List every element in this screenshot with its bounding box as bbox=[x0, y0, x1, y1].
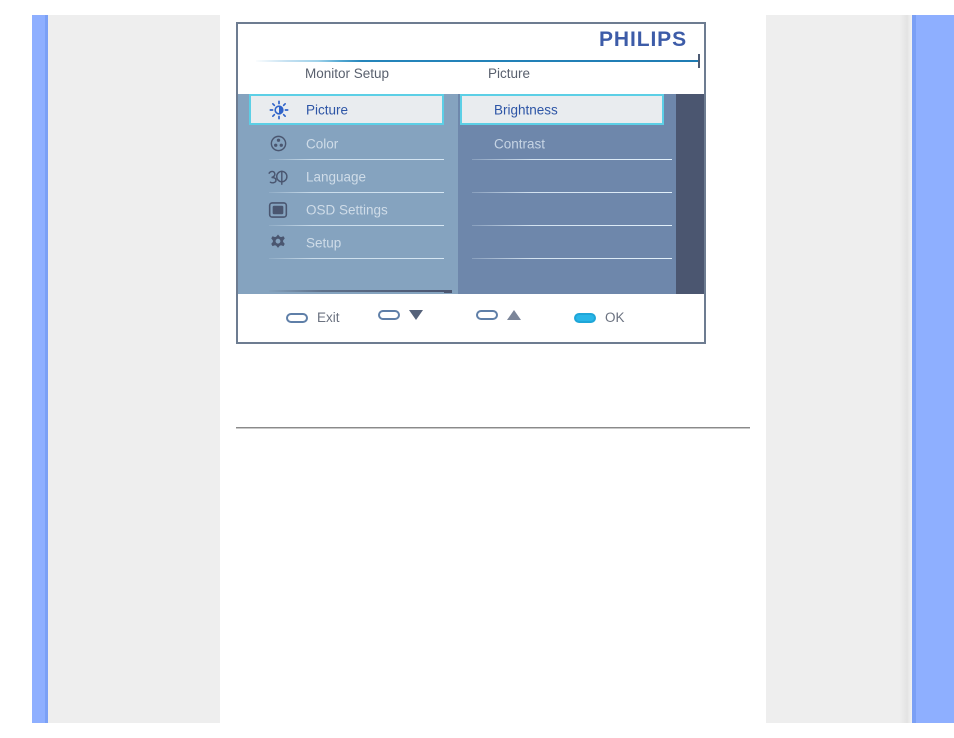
value-item-brightness[interactable]: Brightness bbox=[460, 94, 664, 125]
brightness-icon bbox=[268, 99, 290, 121]
column-caption-picture: Picture bbox=[488, 66, 531, 81]
menu-item-label: Picture bbox=[306, 102, 349, 117]
menu-item-color[interactable]: Color bbox=[259, 127, 444, 160]
value-item-empty bbox=[464, 160, 676, 193]
exit-button-label: Exit bbox=[317, 310, 340, 325]
value-item-empty bbox=[464, 226, 676, 259]
pill-button-active-icon bbox=[574, 312, 596, 323]
menu-separator-shadow bbox=[444, 290, 452, 293]
osd-header: PHILIPS bbox=[238, 24, 704, 58]
value-item-label: Contrast bbox=[494, 136, 546, 151]
osd-screen-icon bbox=[267, 199, 289, 221]
menu-item-empty bbox=[259, 259, 452, 293]
ok-button[interactable]: OK bbox=[574, 310, 625, 325]
menu-item-label: OSD Settings bbox=[306, 202, 388, 217]
scroll-down-button[interactable] bbox=[378, 310, 432, 320]
column-caption-monitor-setup: Monitor Setup bbox=[305, 66, 390, 81]
osd-value-list: Brightness Contrast bbox=[460, 94, 676, 292]
pill-button-icon bbox=[378, 310, 400, 320]
ok-button-label: OK bbox=[605, 310, 625, 325]
menu-separator-bottom bbox=[269, 290, 444, 292]
osd-body: Picture Color Language OSD Settings Setu… bbox=[238, 94, 704, 294]
value-item-empty bbox=[464, 259, 676, 292]
menu-item-setup[interactable]: Setup bbox=[259, 226, 444, 259]
philips-logo: PHILIPS bbox=[599, 28, 687, 51]
osd-column-captions: Monitor Setup Picture bbox=[238, 66, 704, 92]
left-gray-column bbox=[48, 15, 220, 723]
value-item-contrast[interactable]: Contrast bbox=[464, 127, 676, 160]
page-root: PHILIPS Monitor Setup Picture Picture Co… bbox=[0, 0, 954, 738]
menu-item-label: Language bbox=[306, 169, 367, 184]
pill-button-icon bbox=[286, 312, 308, 323]
value-item-label: Brightness bbox=[494, 102, 558, 117]
language-icon bbox=[267, 166, 289, 188]
osd-footer: Exit OK bbox=[238, 294, 704, 342]
scroll-up-button[interactable] bbox=[476, 310, 530, 320]
left-blue-rail bbox=[32, 15, 45, 723]
arrow-up-icon bbox=[507, 310, 521, 320]
arrow-down-icon bbox=[409, 310, 423, 320]
content-divider bbox=[236, 427, 750, 429]
menu-item-picture[interactable]: Picture bbox=[249, 94, 444, 125]
menu-item-label: Color bbox=[306, 136, 339, 151]
osd-window: PHILIPS Monitor Setup Picture Picture Co… bbox=[236, 22, 706, 344]
menu-item-osd-settings[interactable]: OSD Settings bbox=[259, 193, 444, 226]
value-item-empty bbox=[464, 193, 676, 226]
menu-item-language[interactable]: Language bbox=[259, 160, 444, 193]
osd-menu-list: Picture Color Language OSD Settings Setu… bbox=[249, 94, 452, 293]
osd-right-shadow-strip bbox=[676, 94, 704, 294]
right-gray-column bbox=[766, 15, 912, 723]
pill-button-icon bbox=[476, 310, 498, 320]
header-divider bbox=[256, 60, 698, 62]
exit-button[interactable]: Exit bbox=[286, 310, 340, 325]
menu-item-label: Setup bbox=[306, 235, 342, 250]
gear-icon bbox=[267, 232, 289, 254]
right-blue-rail bbox=[916, 15, 954, 723]
color-wheel-icon bbox=[267, 133, 289, 155]
